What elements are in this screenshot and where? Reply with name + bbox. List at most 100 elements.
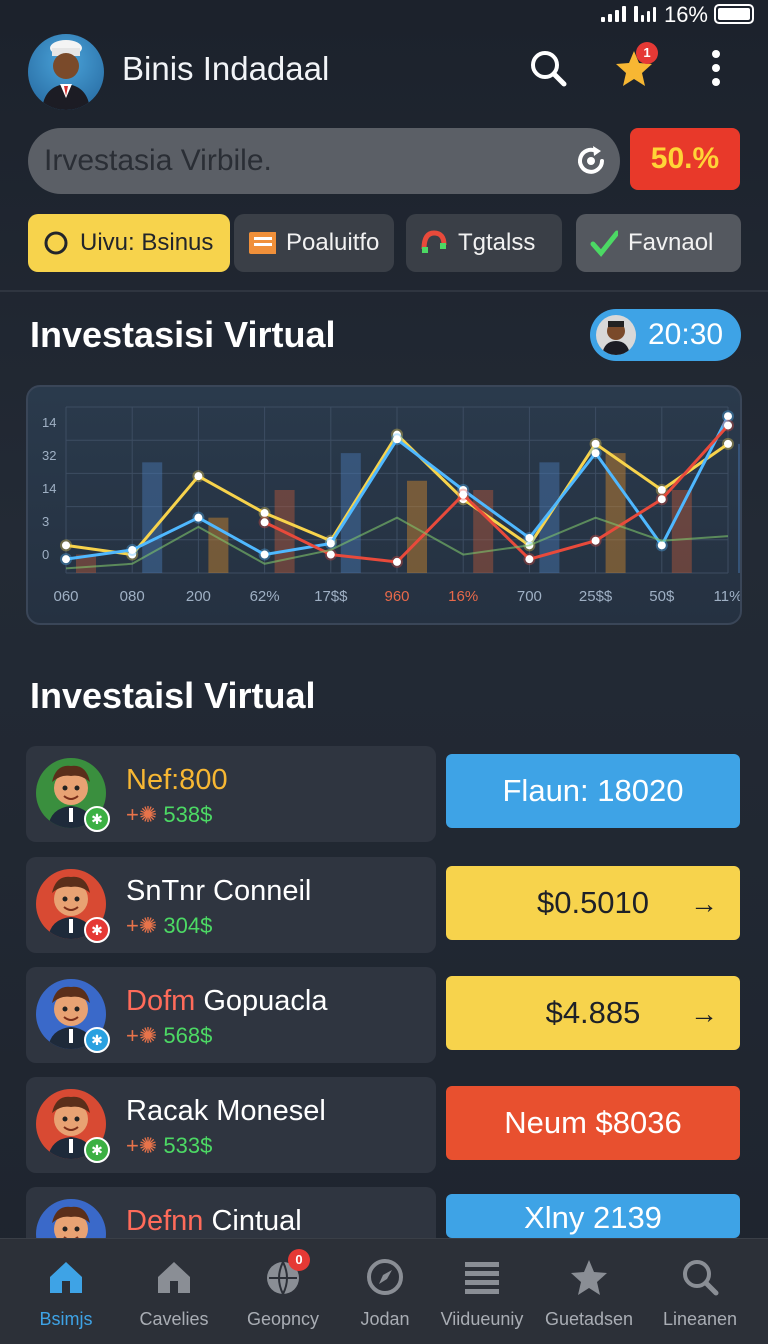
x-tick-label: 080 — [120, 588, 145, 605]
search-icon — [680, 1257, 720, 1297]
list-item-amount: +✺ 538$ — [126, 802, 213, 827]
chart-section-title: Investasisi Virtual — [30, 314, 336, 355]
profile-avatar[interactable] — [28, 34, 104, 110]
nav-label: Bsimjs — [39, 1309, 93, 1329]
amount-value: 304$ — [163, 913, 213, 938]
data-point — [260, 509, 269, 518]
x-tick-label: 960 — [384, 588, 409, 605]
nav-item-home[interactable]: Bsimjs — [11, 1239, 121, 1344]
chart-bar — [671, 490, 692, 573]
search-icon[interactable] — [528, 48, 568, 88]
data-point — [393, 557, 401, 566]
search-input[interactable] — [44, 128, 564, 194]
data-point — [62, 541, 70, 550]
list-item-name-rest: Cintual — [203, 1205, 302, 1237]
chart-bar — [738, 443, 740, 573]
list-item-name: SnTnr Conneil — [126, 875, 311, 908]
list-item-name-prefix: Defnn — [126, 1205, 204, 1237]
action-button[interactable]: $0.5010 → — [446, 866, 740, 940]
list-icon — [462, 1257, 502, 1297]
action-button[interactable]: Neum $8036 — [446, 1086, 740, 1160]
nav-item-cavelies[interactable]: Cavelies — [119, 1239, 229, 1344]
bottom-navigation: Bsimjs Cavelies 0 Geopncy Jodan Viidueun… — [0, 1238, 768, 1344]
action-button[interactable]: $4.885 → — [446, 976, 740, 1050]
nav-item-lineanen[interactable]: Lineanen — [645, 1239, 755, 1344]
list-item[interactable]: ✱ Dofm Gopuacla +✺ 568$ — [26, 967, 436, 1063]
nav-label: Jodan — [360, 1309, 410, 1329]
x-tick-label: 11% — [714, 588, 742, 605]
filter-chip-label: Favnaol — [628, 229, 714, 256]
list-item-name: Defnn Cintual — [126, 1205, 302, 1238]
list-item-name-rest: Gopuacla — [195, 985, 328, 1017]
line-chart: 14 32 14 3 0 060 080 200 62% 17$$ 960 16% 700 25$$ 50$… — [42, 406, 742, 605]
user-avatar — [596, 315, 636, 355]
data-point — [525, 555, 534, 564]
list-item-name-text: SnTnr Conneil — [126, 875, 312, 907]
compass-icon — [365, 1257, 405, 1297]
status-mini-icon: ✱ — [84, 1027, 110, 1053]
percentage-badge[interactable]: 50.% — [630, 128, 740, 190]
data-point — [724, 421, 732, 430]
nav-label: Guetadsen — [544, 1309, 634, 1329]
y-tick-label: 14 — [42, 481, 56, 496]
battery-percent: 16% — [663, 2, 708, 27]
data-point — [194, 513, 203, 522]
nav-label: Geopncy — [246, 1309, 320, 1329]
filter-chip-label: Tgtalss — [458, 229, 536, 256]
amount-value: 568$ — [163, 1023, 213, 1048]
list-item[interactable]: ✱ SnTnr Conneil +✺ 304$ — [26, 857, 436, 953]
data-point — [62, 555, 70, 564]
filter-chip-portfolio[interactable]: Poaluitfo — [234, 214, 394, 272]
wifi-signal-icon — [635, 6, 656, 22]
data-point — [459, 490, 468, 499]
list-item-name-text: Racak Monesel — [126, 1095, 326, 1127]
action-button[interactable]: Flaun: 18020 — [446, 754, 740, 828]
nav-item-guetadsen[interactable]: Guetadsen — [534, 1239, 644, 1344]
list-item[interactable]: ✱ Racak Monesel +✺ 533$ — [26, 1077, 436, 1173]
x-tick-label: 060 — [53, 588, 78, 605]
filter-chip-business[interactable]: Uivu: Bsinus — [28, 214, 230, 272]
battery-icon — [714, 4, 754, 24]
list-item[interactable]: ✱ Nef:800 +✺ 538$ — [26, 746, 436, 842]
data-point — [657, 541, 666, 550]
y-tick-label: 3 — [42, 514, 49, 529]
filter-chip-favorites[interactable]: Favnaol — [576, 214, 741, 272]
y-tick-label: 32 — [42, 448, 56, 463]
nav-badge: 0 — [288, 1249, 310, 1271]
star-icon — [569, 1257, 609, 1297]
nav-label: Viidueuniy — [440, 1309, 524, 1329]
x-tick-label: 25$$ — [579, 588, 613, 605]
chart-bar — [473, 490, 494, 573]
house-icon — [154, 1257, 194, 1297]
time-badge[interactable]: 20:30 — [590, 309, 741, 361]
nav-label: Lineanen — [662, 1309, 738, 1329]
list-item-name: Dofm Gopuacla — [126, 985, 328, 1018]
refresh-icon[interactable] — [574, 144, 608, 178]
nav-item-jodan[interactable]: Jodan — [330, 1239, 440, 1344]
nav-item-viidueuniy[interactable]: Viidueuniy — [427, 1239, 537, 1344]
magnet-icon — [420, 229, 448, 257]
data-point — [260, 550, 269, 559]
nav-item-geopncy[interactable]: 0 Geopncy — [228, 1239, 338, 1344]
data-point — [326, 539, 335, 548]
data-point — [128, 545, 137, 554]
home-icon — [46, 1257, 86, 1297]
data-point — [393, 435, 401, 444]
data-point — [326, 550, 335, 559]
amount-value: 533$ — [163, 1133, 213, 1158]
search-bar[interactable] — [28, 128, 620, 194]
data-point — [260, 518, 269, 527]
filter-chip-label: Poaluitfo — [286, 229, 380, 256]
list-item-amount: +✺ 568$ — [126, 1023, 213, 1048]
filter-chip-totals[interactable]: Tgtalss — [406, 214, 562, 272]
action-button[interactable]: Xlny 2139 — [446, 1194, 740, 1238]
data-point — [657, 486, 666, 494]
more-options-icon[interactable] — [696, 48, 736, 88]
amount-value: 538$ — [163, 802, 213, 827]
chart-bar — [407, 480, 427, 573]
list-item-name: Racak Monesel — [126, 1095, 326, 1128]
section-divider — [0, 290, 768, 292]
app-title: Binis Indadaal — [122, 50, 330, 87]
favorites-star-icon[interactable]: 1 — [614, 42, 658, 88]
status-bar: 16% — [0, 0, 768, 30]
